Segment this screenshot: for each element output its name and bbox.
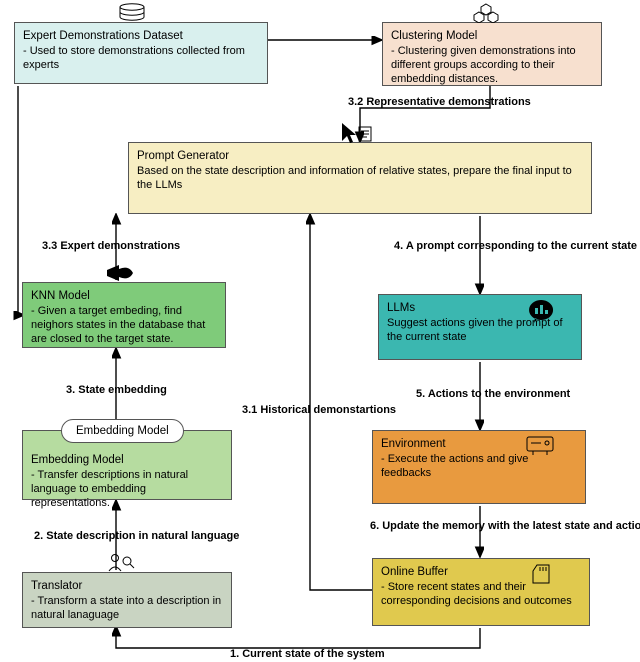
translator-box: Translator - Transform a state into a de… <box>22 572 232 628</box>
trans-desc: - Transform a state into a description i… <box>31 595 223 623</box>
edge-3-1-label: 3.1 Historical demonstartions <box>242 404 396 416</box>
edge-3-2-label: 3.2 Representative demonstrations <box>348 96 531 108</box>
edge-2-label: 2. State description in natural language <box>34 530 239 542</box>
knn-box: KNN Model - Given a target embeding, fin… <box>22 282 226 348</box>
clustering-box: Clustering Model - Clustering given demo… <box>382 22 602 86</box>
expert-desc: - Used to store demonstrations collected… <box>23 45 259 73</box>
megaphone-icon <box>105 263 135 283</box>
edge-1-label: 1. Current state of the system <box>230 648 385 660</box>
edge-3-label: 3. State embedding <box>66 384 167 396</box>
edge-6-label: 6. Update the memory with the latest sta… <box>370 520 640 532</box>
edge-5-label: 5. Actions to the environment <box>416 388 570 400</box>
online-buffer-box: Online Buffer - Store recent states and … <box>372 558 590 626</box>
embed-desc: - Transfer descriptions in natural langu… <box>31 469 223 510</box>
cluster-title: Clustering Model <box>391 29 593 43</box>
sd-card-icon <box>531 563 553 585</box>
edge-3-3-label: 3.3 Expert demonstrations <box>42 240 180 252</box>
knn-desc: - Given a target embeding, find neighors… <box>31 305 217 346</box>
person-search-icon <box>107 553 135 573</box>
cluster-desc: - Clustering given demonstrations into d… <box>391 45 593 86</box>
prompt-generator-box: Prompt Generator Based on the state desc… <box>128 142 592 214</box>
expert-title: Expert Demonstrations Dataset <box>23 29 259 43</box>
llms-box: LLMs Suggest actions given the prompt of… <box>378 294 582 360</box>
cursor-doc-icon <box>339 121 373 145</box>
cluster-icon <box>473 3 499 23</box>
prompt-title: Prompt Generator <box>137 149 583 163</box>
buffer-desc: - Store recent states and their correspo… <box>381 581 581 609</box>
chart-bubble-icon <box>527 299 555 323</box>
database-icon <box>115 3 149 25</box>
expert-dataset-box: Expert Demonstrations Dataset - Used to … <box>14 22 268 84</box>
trans-title: Translator <box>31 579 223 593</box>
knn-title: KNN Model <box>31 289 217 303</box>
edge-4-label: 4. A prompt corresponding to the current… <box>394 240 637 252</box>
embed-title: Embedding Model <box>31 453 223 467</box>
prompt-desc: Based on the state description and infor… <box>137 165 583 193</box>
device-icon <box>525 435 555 457</box>
environment-box: Environment - Execute the actions and gi… <box>372 430 586 504</box>
embedding-pill: Embedding Model <box>61 419 184 443</box>
env-desc: - Execute the actions and give feedbacks <box>381 453 577 481</box>
embedding-box: Embedding Model Embedding Model - Transf… <box>22 430 232 500</box>
